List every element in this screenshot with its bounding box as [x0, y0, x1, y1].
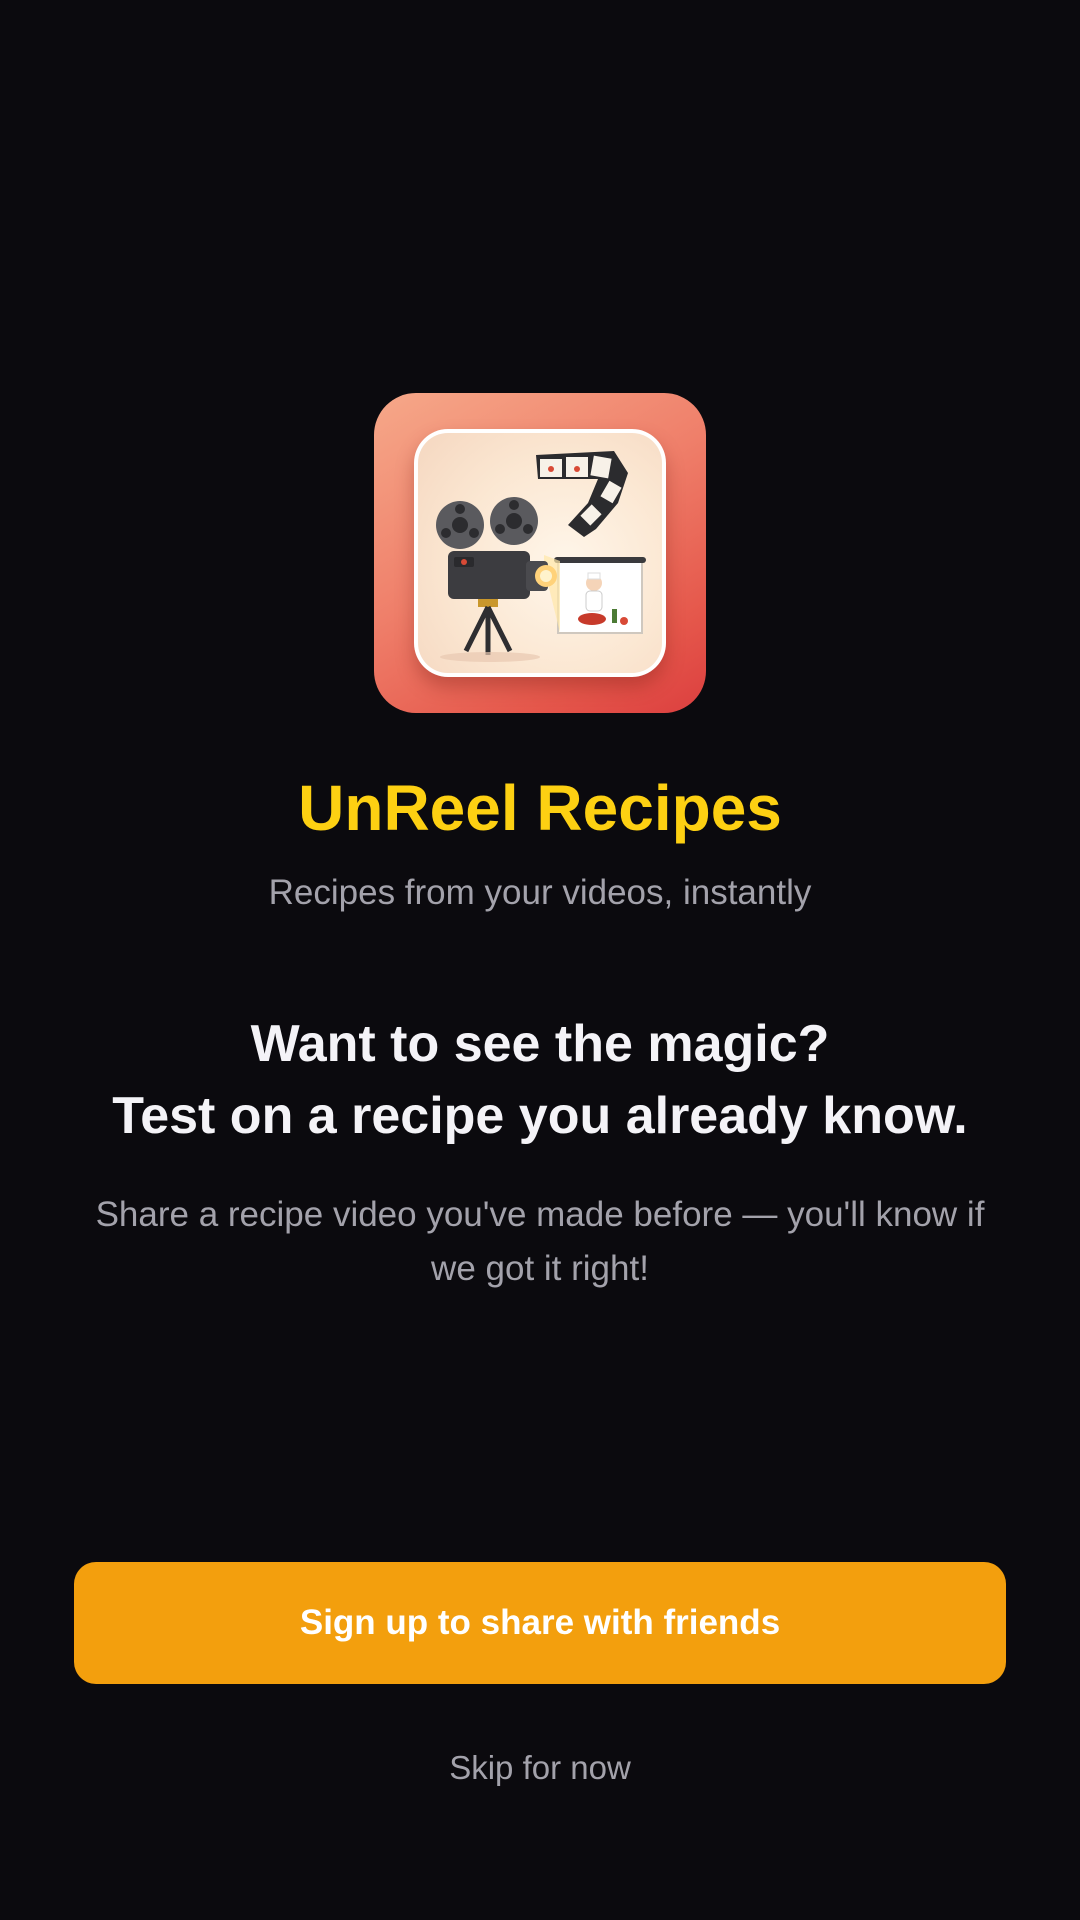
app-logo-icon [374, 393, 706, 713]
camera-reel-icon [436, 497, 538, 549]
headline-line-2: Test on a recipe you already know. [112, 1087, 968, 1145]
app-logo-artwork [418, 433, 662, 673]
film-strip-icon [536, 451, 628, 537]
sign-up-button[interactable]: Sign up to share with friends [74, 1562, 1006, 1684]
headline-line-1: Want to see the magic? [250, 1015, 830, 1073]
app-logo-card [414, 429, 666, 677]
onboarding-description: Share a recipe video you've made before … [95, 1195, 985, 1288]
film-camera-icon [436, 451, 646, 662]
onboarding-screen: UnReel Recipes Recipes from your videos,… [0, 0, 1080, 1920]
app-title: UnReel Recipes [298, 772, 782, 844]
app-tagline: Recipes from your videos, instantly [268, 873, 812, 912]
camera-body-icon [440, 551, 557, 662]
projection-screen-icon [554, 557, 646, 634]
onboarding-headline: Want to see the magic? Test on a recipe … [0, 1008, 1080, 1152]
skip-button[interactable]: Skip for now [0, 1746, 1080, 1790]
sign-up-button-label: Sign up to share with friends [299, 1603, 781, 1642]
